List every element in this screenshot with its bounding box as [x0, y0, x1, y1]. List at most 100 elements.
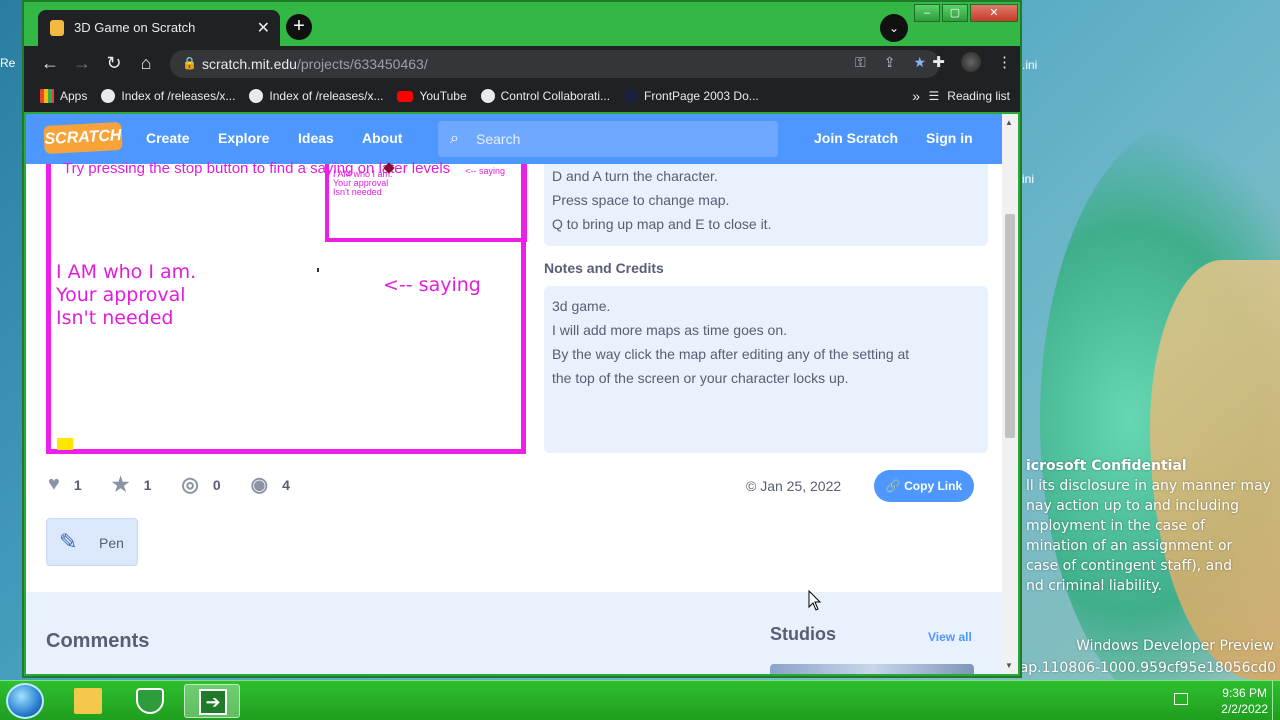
search-icon: ⌕ — [450, 130, 459, 147]
comments-title: Comments — [46, 630, 150, 652]
key-icon[interactable]: ⚿ — [855, 54, 866, 71]
scratch-favicon-icon — [50, 20, 64, 36]
studio-thumbnail[interactable] — [770, 664, 974, 674]
project-stage[interactable]: Try pressing the stop button to find a s… — [46, 160, 527, 454]
reading-list-icon: ☰ — [928, 89, 940, 103]
pen-tag[interactable]: ✎ Pen — [46, 518, 138, 566]
network-icon[interactable] — [1174, 693, 1188, 705]
close-window-button[interactable]: ✕ — [970, 4, 1018, 22]
favorite-count: 1 — [143, 476, 152, 493]
tab-title: 3D Game on Scratch — [74, 20, 196, 35]
nav-explore[interactable]: Explore — [218, 130, 269, 146]
reading-list-button[interactable]: ☰ Reading list — [929, 89, 1010, 103]
bookmark-apps[interactable]: Apps — [40, 89, 87, 103]
comments-section: Comments Studios View all — [26, 592, 1002, 674]
confidential-line: nay action up to and including — [1026, 498, 1239, 514]
tab-search-button[interactable]: ⌄ — [880, 14, 908, 42]
confidential-line: ll its disclosure in any manner may — [1026, 478, 1271, 494]
bookmark-label: Control Collaborati... — [500, 89, 611, 103]
studios-title: Studios — [770, 624, 836, 644]
remix-icon: ◎ — [181, 474, 199, 496]
scroll-down-icon[interactable]: ▼ — [1005, 661, 1013, 670]
maximize-button[interactable]: ▢ — [942, 4, 968, 22]
view-all-link[interactable]: View all — [928, 630, 972, 644]
view-count: 4 — [282, 476, 290, 493]
browser-toolbar: ← → ↻ ⌂ 🔒 scratch.mit.edu/projects/63345… — [24, 46, 1020, 80]
bookmark-youtube[interactable]: YouTube — [397, 89, 467, 103]
join-scratch-link[interactable]: Join Scratch — [814, 130, 898, 146]
confidential-line: mployment in the case of — [1026, 518, 1206, 534]
address-bar[interactable]: 🔒 scratch.mit.edu/projects/633450463/ ⚿ … — [170, 50, 940, 78]
explorer-taskbar-button[interactable] — [60, 684, 116, 718]
new-tab-button[interactable]: + — [286, 14, 312, 40]
notes-line: 3d game. — [552, 298, 611, 314]
security-taskbar-button[interactable] — [122, 684, 178, 718]
extensions-icon[interactable]: ✚ — [932, 53, 945, 71]
search-input[interactable]: ⌕ Search — [438, 121, 778, 157]
exit-arrow-icon: ➔ — [199, 689, 227, 715]
folder-icon — [74, 688, 102, 714]
player-sprite — [57, 438, 73, 450]
project-date: © Jan 25, 2022 — [746, 478, 842, 494]
avatar[interactable] — [961, 52, 981, 72]
active-app-taskbar-button[interactable]: ➔ — [184, 684, 240, 718]
confidential-line: nd criminal liability. — [1026, 578, 1163, 594]
quote-line: Isn't needed — [56, 307, 174, 329]
views-stat: ◉ 4 — [251, 472, 290, 497]
tag-label: Pen — [99, 535, 124, 551]
mouse-cursor-icon — [808, 590, 822, 611]
copy-link-button[interactable]: 🔗 Copy Link — [874, 470, 974, 502]
browser-window: 3D Game on Scratch ✕ + ⌄ – ▢ ✕ ← → ↻ ⌂ 🔒… — [22, 0, 1022, 678]
bookmark-star-icon[interactable]: ★ — [913, 54, 926, 71]
love-button[interactable]: ♥ 1 — [48, 473, 82, 496]
notes-box: 3d game. I will add more maps as time go… — [544, 286, 988, 453]
instruction-line: D and A turn the character. — [552, 168, 718, 184]
notes-line: I will add more maps as time goes on. — [552, 322, 787, 338]
confidential-line: mination of an assignment or — [1026, 538, 1233, 554]
scroll-up-icon[interactable]: ▲ — [1005, 118, 1013, 127]
stage-minimap: I AM who I am. Your approval Isn't neede… — [325, 162, 527, 242]
instruction-line: Press space to change map. — [552, 192, 730, 208]
quote-line: Your approval — [56, 284, 186, 306]
bookmark-item[interactable]: Control Collaborati... — [480, 89, 611, 103]
globe-icon — [480, 89, 495, 103]
bookmark-item[interactable]: Index of /releases/x... — [101, 89, 235, 103]
stage-saying: <-- saying — [383, 274, 481, 296]
scratch-logo[interactable]: SCRATCH — [43, 121, 123, 155]
window-controls: – ▢ ✕ — [914, 4, 1018, 22]
bookmark-item[interactable]: Index of /releases/x... — [249, 89, 383, 103]
confidential-title: icrosoft Confidential — [1026, 458, 1187, 474]
nav-create[interactable]: Create — [146, 130, 190, 146]
reading-list-label: Reading list — [947, 89, 1010, 103]
share-icon[interactable]: ⇪ — [884, 54, 896, 71]
minimap-text: I AM who I am. Your approval Isn't neede… — [333, 170, 393, 197]
home-icon[interactable]: ⌂ — [134, 52, 158, 74]
menu-icon[interactable]: ⋮ — [997, 53, 1012, 71]
minimize-button[interactable]: – — [914, 4, 940, 22]
nav-about[interactable]: About — [362, 130, 402, 146]
nav-ideas[interactable]: Ideas — [298, 130, 334, 146]
favorite-button[interactable]: ★ 1 — [112, 472, 152, 497]
show-desktop-button[interactable] — [1272, 681, 1280, 720]
notes-line: By the way click the map after editing a… — [552, 346, 910, 362]
shield-icon — [136, 688, 164, 714]
reload-icon[interactable]: ↻ — [102, 52, 126, 74]
desktop-label: ini — [1022, 172, 1035, 186]
back-icon[interactable]: ← — [38, 52, 62, 74]
scroll-thumb[interactable] — [1005, 214, 1015, 438]
youtube-icon — [397, 90, 414, 102]
forward-icon[interactable]: → — [70, 52, 94, 74]
clock[interactable]: 9:36 PM 2/2/2022 — [1221, 685, 1268, 717]
project-stats: ♥ 1 ★ 1 ◎ 0 ◉ 4 — [48, 472, 290, 497]
url-path: /projects/633450463/ — [296, 56, 428, 72]
page-scrollbar[interactable]: ▲ ▼ — [1002, 114, 1018, 674]
close-icon[interactable]: ✕ — [257, 18, 270, 38]
build-label: eeap.110806-1000.959cf95e18056cd0 — [1002, 660, 1276, 676]
bookmark-label: Index of /releases/x... — [121, 89, 236, 103]
bookmark-item[interactable]: FrontPage 2003 Do... — [624, 89, 759, 103]
start-button[interactable] — [6, 683, 44, 719]
sign-in-link[interactable]: Sign in — [926, 130, 973, 146]
remix-stat: ◎ 0 — [181, 472, 220, 497]
more-bookmarks-icon[interactable]: » — [912, 88, 920, 104]
browser-tab[interactable]: 3D Game on Scratch ✕ — [38, 10, 280, 46]
